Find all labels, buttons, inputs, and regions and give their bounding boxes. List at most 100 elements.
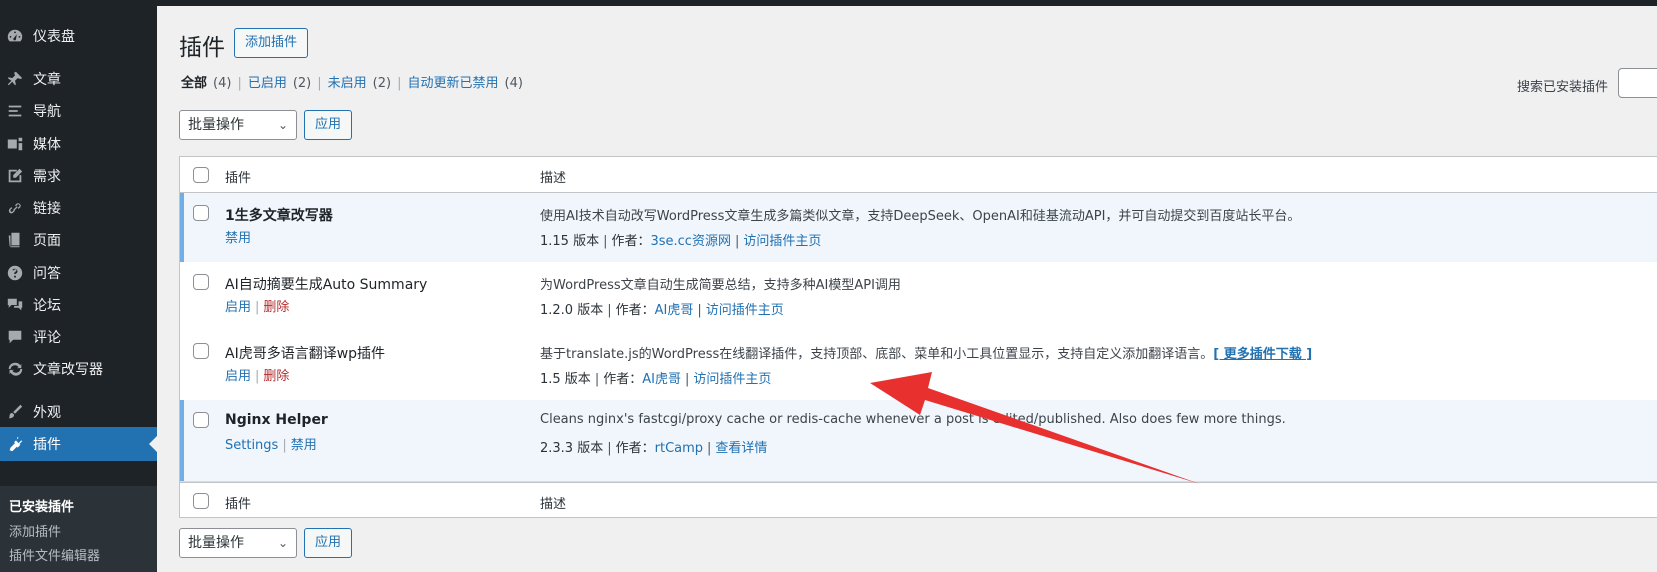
- sidebar-item-dashboard[interactable]: 仪表盘: [0, 19, 157, 53]
- delete-link[interactable]: 删除: [263, 300, 289, 315]
- table-footer: 插件 描述: [180, 482, 1657, 518]
- search-label: 搜索已安装插件: [1517, 80, 1609, 95]
- submenu-plugin-editor[interactable]: 插件文件编辑器: [9, 545, 100, 564]
- sidebar-item-label: 媒体: [33, 137, 61, 153]
- select-all-checkbox-bottom[interactable]: [193, 493, 209, 509]
- deactivate-link[interactable]: 禁用: [291, 438, 317, 453]
- sidebar-item-posts[interactable]: 文章: [0, 62, 157, 96]
- link-icon: [5, 198, 25, 218]
- submenu-add-plugin[interactable]: 添加插件: [9, 521, 61, 540]
- sidebar-item-media[interactable]: 媒体: [0, 127, 157, 161]
- plugin-description: 使用AI技术自动改写WordPress文章生成多篇类似文章，支持DeepSeek…: [540, 209, 1301, 224]
- sidebar-item-label: 论坛: [33, 298, 61, 314]
- row-checkbox[interactable]: [193, 343, 209, 359]
- plugin-name: 1生多文章改写器: [225, 208, 333, 224]
- plugin-icon: [5, 434, 25, 454]
- column-plugin: 插件: [225, 171, 252, 186]
- row-checkbox[interactable]: [193, 412, 209, 428]
- row-checkbox[interactable]: [193, 274, 209, 290]
- forum-icon: [5, 295, 25, 315]
- plugin-description: 基于translate.js的WordPress在线翻译插件，支持顶部、底部、菜…: [540, 347, 1313, 362]
- chevron-down-icon: ⌄: [277, 118, 288, 132]
- page-title: 插件: [179, 35, 225, 61]
- filter-autoupdate-count: (4): [504, 76, 523, 91]
- activate-link[interactable]: 启用: [225, 369, 251, 384]
- page-icon: [5, 230, 25, 250]
- delete-link[interactable]: 删除: [263, 369, 289, 384]
- filter-active[interactable]: 已启用: [248, 76, 287, 91]
- filter-inactive[interactable]: 未启用: [328, 76, 367, 91]
- plugin-description: Cleans nginx's fastcgi/proxy cache or re…: [540, 412, 1286, 427]
- deactivate-link[interactable]: 禁用: [225, 231, 251, 246]
- plugin-name: AI自动摘要生成Auto Summary: [225, 277, 428, 293]
- plugin-meta: 1.15 版本 | 作者：3se.cc资源网 | 访问插件主页: [540, 234, 822, 249]
- submenu-installed-plugins[interactable]: 已安装插件: [9, 496, 74, 515]
- plugin-description: 为WordPress文章自动生成简要总结，支持多种AI模型API调用: [540, 278, 901, 293]
- select-all-checkbox[interactable]: [193, 167, 209, 183]
- row-actions: 启用 | 删除: [225, 300, 290, 315]
- brush-icon: [5, 402, 25, 422]
- sidebar-item-plugins[interactable]: 插件: [0, 427, 157, 461]
- sidebar-item-label: 导航: [33, 104, 61, 120]
- sidebar-item-label: 文章: [33, 72, 61, 88]
- refresh-icon: [5, 359, 25, 379]
- table-header: 插件 描述: [180, 157, 1657, 193]
- plugin-homepage-link[interactable]: 访问插件主页: [706, 303, 784, 318]
- sidebar-item-label: 插件: [33, 437, 61, 453]
- admin-sidebar: 仪表盘 文章 导航 媒体 需求 链接 页面 问答 论坛 评论 文章改写器 外观 …: [0, 0, 157, 572]
- sidebar-item-links[interactable]: 链接: [0, 191, 157, 225]
- edit-icon: [5, 166, 25, 186]
- row-actions: 禁用: [225, 227, 251, 246]
- chevron-down-icon: ⌄: [277, 536, 288, 550]
- author-link[interactable]: rtCamp: [655, 441, 703, 456]
- apply-button-bottom[interactable]: 应用: [304, 528, 353, 558]
- sidebar-item-comments[interactable]: 评论: [0, 320, 157, 354]
- sidebar-item-qa[interactable]: 问答: [0, 256, 157, 290]
- plugin-meta: 1.5 版本 | 作者：AI虎哥 | 访问插件主页: [540, 372, 772, 387]
- table-row: 1生多文章改写器 禁用 使用AI技术自动改写WordPress文章生成多篇类似文…: [180, 193, 1657, 265]
- view-details-link[interactable]: 查看详情: [715, 441, 767, 456]
- sidebar-item-label: 评论: [33, 330, 61, 346]
- status-filters: 全部 (4) | 已启用 (2) | 未启用 (2) | 自动更新已禁用 (4): [181, 76, 523, 91]
- pin-icon: [5, 69, 25, 89]
- apply-button-top[interactable]: 应用: [304, 110, 353, 140]
- sidebar-item-label: 仪表盘: [33, 29, 75, 45]
- add-plugin-button[interactable]: 添加插件: [234, 28, 309, 58]
- search-input[interactable]: [1618, 68, 1657, 98]
- row-checkbox[interactable]: [193, 205, 209, 221]
- media-icon: [5, 134, 25, 154]
- table-row: AI自动摘要生成Auto Summary 启用 | 删除 为WordPress文章自…: [180, 262, 1657, 334]
- sidebar-item-label: 问答: [33, 266, 61, 282]
- row-actions: Settings | 禁用: [225, 438, 317, 453]
- sidebar-item-appearance[interactable]: 外观: [0, 395, 157, 429]
- sidebar-item-label: 文章改写器: [33, 362, 103, 378]
- plugin-homepage-link[interactable]: 访问插件主页: [743, 234, 821, 249]
- sidebar-item-nav[interactable]: 导航: [0, 94, 157, 128]
- filter-all[interactable]: 全部: [181, 76, 207, 91]
- sidebar-item-label: 外观: [33, 405, 61, 421]
- author-link[interactable]: AI虎哥: [655, 303, 694, 318]
- more-plugins-link[interactable]: [ 更多插件下载 ]: [1213, 347, 1312, 362]
- question-icon: [5, 263, 25, 283]
- sidebar-item-requests[interactable]: 需求: [0, 159, 157, 193]
- sidebar-item-label: 链接: [33, 201, 61, 217]
- plugin-homepage-link[interactable]: 访问插件主页: [693, 372, 771, 387]
- table-row: AI虎哥多语言翻译wp插件 启用 | 删除 基于translate.js的WordP…: [180, 331, 1657, 403]
- filter-autoupdate-disabled[interactable]: 自动更新已禁用: [407, 76, 498, 91]
- list-icon: [5, 101, 25, 121]
- sidebar-item-forum[interactable]: 论坛: [0, 288, 157, 322]
- comment-icon: [5, 327, 25, 347]
- sidebar-item-rewriter[interactable]: 文章改写器: [0, 352, 157, 386]
- plugin-name: Nginx Helper: [225, 412, 328, 428]
- sidebar-item-pages[interactable]: 页面: [0, 223, 157, 257]
- bulk-actions-select-bottom[interactable]: 批量操作 ⌄: [179, 528, 297, 558]
- activate-link[interactable]: 启用: [225, 300, 251, 315]
- author-link[interactable]: 3se.cc资源网: [650, 234, 730, 249]
- column-plugin-footer: 插件: [225, 497, 252, 512]
- settings-link[interactable]: Settings: [225, 438, 278, 453]
- column-description: 描述: [540, 171, 567, 186]
- filter-all-count: (4): [213, 76, 232, 91]
- author-link[interactable]: AI虎哥: [642, 372, 681, 387]
- bulk-actions-select-top[interactable]: 批量操作 ⌄: [179, 110, 297, 140]
- column-description-footer: 描述: [540, 497, 567, 512]
